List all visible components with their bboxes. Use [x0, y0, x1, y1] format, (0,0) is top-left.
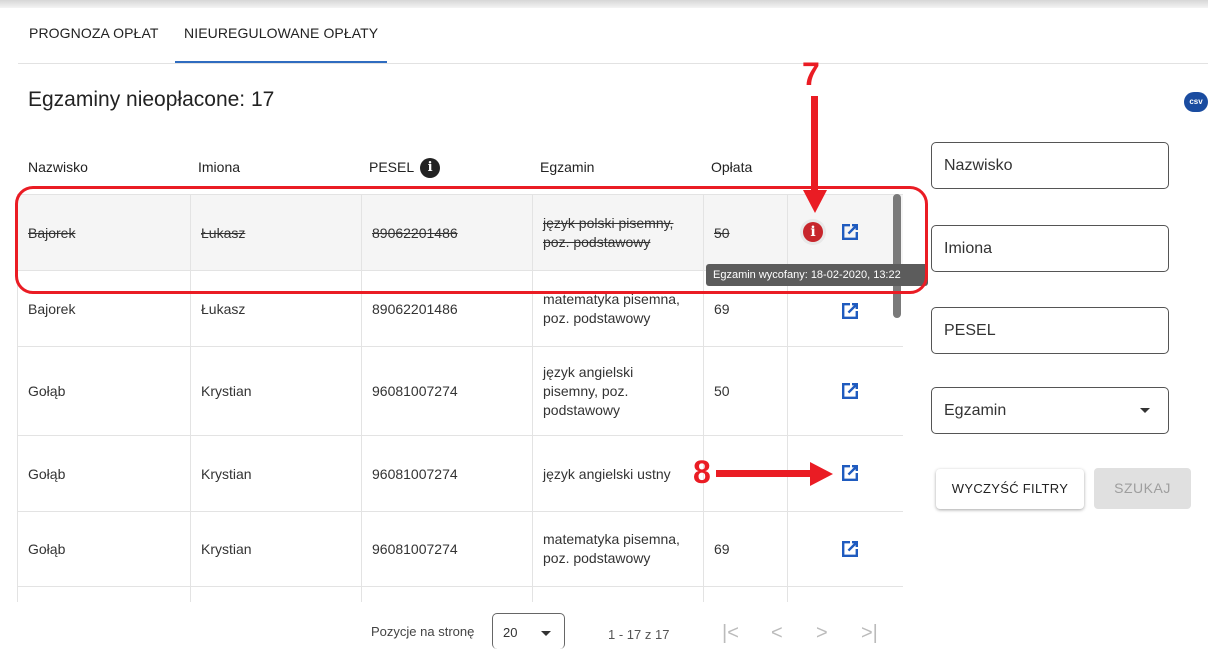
last-page-button[interactable]: >| [861, 622, 878, 645]
first-page-button[interactable]: |< [722, 622, 739, 645]
annotation-number-7: 7 [802, 56, 820, 92]
cell-egzamin: język angielski pisemny, poz. podstawowy [532, 347, 703, 435]
cell-nazwisko: Gołąb [17, 512, 190, 586]
cell-egzamin: matematyka pisemna, poz. podstawowy [532, 512, 703, 586]
cell-empty [787, 587, 903, 602]
cell-empty [532, 587, 703, 602]
tab-prognoza-oplat[interactable]: PROGNOZA OPŁAT [20, 8, 168, 63]
table-row[interactable]: Gołąb Krystian 96081007274 matematyka pi… [17, 511, 903, 586]
previous-page-button[interactable]: < [771, 622, 783, 645]
cell-oplata: 50 [703, 347, 787, 435]
filter-pesel-input[interactable]: PESEL [931, 307, 1169, 354]
filter-egzamin-label: Egzamin [944, 401, 1007, 419]
cell-oplata: 69 [703, 512, 787, 586]
table-row[interactable] [17, 586, 903, 602]
annotation-number-8: 8 [693, 454, 711, 490]
pager-label: Pozycje na stronę [371, 624, 475, 639]
info-icon[interactable]: i [420, 158, 441, 179]
cell-pesel: 96081007274 [361, 512, 532, 586]
cell-empty [703, 587, 787, 602]
pager-range: 1 - 17 z 17 [608, 627, 670, 642]
page-size-select[interactable]: 20 [492, 613, 565, 649]
cell-empty [361, 587, 532, 602]
filter-nazwisko-input[interactable]: Nazwisko [931, 142, 1169, 189]
cell-imiona: Krystian [190, 512, 361, 586]
cell-empty [190, 587, 361, 602]
open-in-new-icon[interactable] [839, 462, 861, 484]
cell-imiona: Krystian [190, 347, 361, 435]
cell-empty [17, 587, 190, 602]
table-row[interactable]: Gołąb Krystian 96081007274 język angiels… [17, 346, 903, 435]
cell-pesel: 96081007274 [361, 436, 532, 511]
column-header-pesel-label: PESEL [369, 159, 415, 175]
cell-imiona: Krystian [190, 436, 361, 511]
page-title: Egzaminy nieopłacone: 17 [28, 88, 275, 111]
csv-download-icon[interactable]: csv [1184, 92, 1208, 112]
filter-egzamin-select[interactable]: Egzamin [931, 387, 1169, 434]
clear-filters-button[interactable]: WYCZYŚĆ FILTRY [936, 469, 1084, 509]
open-in-new-icon[interactable] [839, 300, 861, 322]
top-shadow-bar [0, 0, 1208, 8]
filter-imiona-input[interactable]: Imiona [931, 225, 1169, 272]
open-in-new-icon[interactable] [839, 380, 861, 402]
search-button[interactable]: SZUKAJ [1094, 468, 1191, 509]
annotation-highlight-box [15, 186, 928, 294]
open-in-new-icon[interactable] [839, 538, 861, 560]
cell-nazwisko: Gołąb [17, 347, 190, 435]
cell-egzamin: język angielski ustny [532, 436, 703, 511]
tab-bar: PROGNOZA OPŁAT NIEUREGULOWANE OPŁATY [18, 8, 1208, 64]
annotation-arrow-down [803, 96, 827, 213]
cell-pesel: 96081007274 [361, 347, 532, 435]
annotation-arrow-right [716, 462, 833, 486]
next-page-button[interactable]: > [816, 622, 828, 645]
tab-nieuregulowane-oplaty[interactable]: NIEUREGULOWANE OPŁATY [175, 8, 388, 63]
cell-nazwisko: Gołąb [17, 436, 190, 511]
chevron-down-icon [1140, 408, 1150, 413]
page-size-value: 20 [503, 625, 518, 640]
chevron-down-icon [541, 631, 551, 636]
